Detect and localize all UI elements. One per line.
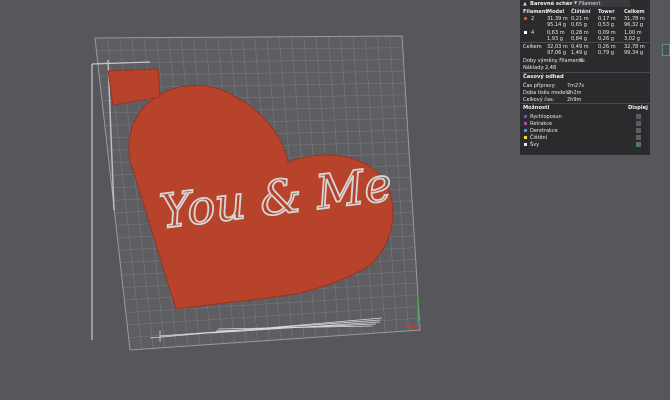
panel-separator (521, 72, 650, 73)
filament-2-tower-g: 0,53 g (598, 22, 614, 28)
filament-2-cleaning-g: 0,65 g (571, 22, 587, 28)
option-deretraction-label: Deretrakce (530, 128, 558, 134)
header-filament: Filament (523, 9, 548, 15)
panel-separator (521, 42, 650, 43)
option-wipe-label: Čištění (530, 135, 548, 141)
total-model-g: 97,06 g (547, 50, 567, 56)
option-seams-checkbox[interactable] (636, 142, 641, 147)
prep-time-label: Čas přípravy: (523, 83, 556, 89)
color-scheme-value: Filament (579, 1, 601, 7)
header-total: Celkem (624, 9, 645, 15)
total-tower-g: 0,79 g (598, 50, 614, 56)
color-scheme-title: Barevné schéma (530, 1, 579, 7)
dropdown-icon: ▼ (574, 0, 578, 5)
total-label: Celkem (523, 44, 542, 50)
header-model: Model (547, 9, 565, 15)
filament-changes-value: 6 (580, 58, 584, 64)
wipe-color (524, 136, 527, 139)
print-time-label: Doba tisku modelu: (523, 90, 572, 96)
filament-2-swatch (524, 17, 527, 20)
total-cleaning-g: 1,49 g (571, 50, 587, 56)
panel-separator (521, 103, 650, 104)
option-retraction-label: Retrakce (530, 121, 553, 127)
header-tower: Tower (598, 9, 615, 15)
option-retraction-checkbox[interactable] (636, 121, 641, 126)
deretraction-color (524, 129, 527, 132)
print-time-value: 2h2m (567, 90, 582, 96)
filament-2-id: 2 (531, 16, 535, 22)
option-travel-label: Rychloposun (530, 114, 562, 120)
cost-value: 2,48 (545, 65, 557, 71)
option-wipe-checkbox[interactable] (636, 135, 641, 140)
option-deretraction-checkbox[interactable] (636, 128, 641, 133)
legend-panel: ▲ Barevné schéma ▼ Filament Filament Mod… (520, 0, 650, 155)
options-title: Možnosti (523, 105, 550, 111)
filament-2-model-g: 95,14 g (547, 22, 567, 28)
time-title: Časový odhad (523, 74, 564, 80)
option-seams-label: Švy (530, 142, 540, 148)
header-cleaning: Čištění (571, 9, 591, 15)
filament-4-id: 4 (531, 30, 535, 36)
retraction-color (524, 122, 527, 125)
collapse-icon[interactable]: ▲ (523, 1, 527, 7)
total-sum-g: 99,34 g (624, 50, 644, 56)
cost-label: Náklady: (523, 65, 545, 71)
option-travel-checkbox[interactable] (636, 114, 641, 119)
edge-tool-icon[interactable] (662, 44, 670, 56)
prep-time-value: 7m27s (567, 83, 585, 89)
filament-changes-label: Doby výměny Filamentu: (523, 58, 586, 64)
travel-color (524, 115, 527, 118)
seams-color (524, 143, 527, 146)
options-display-header: Displej (628, 105, 648, 111)
filament-2-total-g: 96,32 g (624, 22, 644, 28)
filament-4-swatch (524, 31, 527, 34)
